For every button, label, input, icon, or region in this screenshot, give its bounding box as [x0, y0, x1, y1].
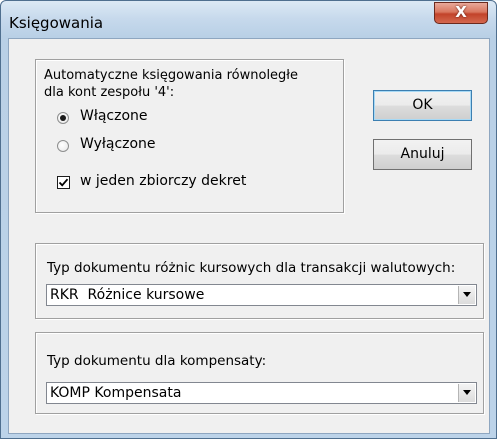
exchange-doc-group: Typ dokumentu różnic kursowych dla trans… — [35, 243, 484, 319]
single-decree-checkbox[interactable] — [57, 176, 70, 189]
single-decree-label[interactable]: w jeden zbiorczy dekret — [80, 173, 246, 189]
chevron-down-icon — [463, 390, 471, 395]
auto-posting-description-line1: Automatyczne księgowania równoległe — [44, 68, 299, 83]
radio-enabled[interactable] — [57, 112, 69, 124]
close-icon: X — [455, 3, 467, 21]
dialog-client-area: Automatyczne księgowania równoległe dla … — [8, 38, 490, 434]
radio-disabled[interactable] — [57, 140, 69, 152]
ok-button[interactable]: OK — [373, 90, 472, 121]
compensation-doc-value: KOMP Kompensata — [50, 385, 182, 401]
cancel-button-label: Anuluj — [400, 146, 445, 162]
exchange-doc-dropdown-button[interactable] — [458, 286, 475, 304]
radio-disabled-label[interactable]: Wyłączone — [80, 136, 156, 152]
auto-posting-description-line2: dla kont zespołu '4': — [44, 85, 175, 100]
check-icon — [58, 178, 69, 187]
radio-enabled-label[interactable]: Włączone — [80, 108, 148, 124]
exchange-doc-select[interactable]: RKR Różnice kursowe — [46, 284, 477, 306]
cancel-button[interactable]: Anuluj — [373, 139, 472, 170]
compensation-doc-label: Typ dokumentu dla kompensaty: — [47, 353, 267, 369]
compensation-doc-group: Typ dokumentu dla kompensaty: KOMP Kompe… — [35, 332, 484, 414]
exchange-doc-value: RKR Różnice kursowe — [50, 287, 205, 303]
compensation-doc-dropdown-button[interactable] — [458, 384, 475, 402]
ok-button-label: OK — [412, 97, 433, 113]
auto-posting-group: Automatyczne księgowania równoległe dla … — [35, 59, 344, 213]
exchange-doc-label: Typ dokumentu różnic kursowych dla trans… — [47, 260, 456, 276]
dialog-window: Księgowania X Automatyczne księgowania r… — [0, 0, 497, 439]
window-title: Księgowania — [9, 14, 104, 32]
title-bar[interactable]: Księgowania X — [1, 1, 496, 39]
chevron-down-icon — [463, 292, 471, 297]
close-button[interactable]: X — [434, 2, 488, 24]
compensation-doc-select[interactable]: KOMP Kompensata — [46, 382, 477, 404]
